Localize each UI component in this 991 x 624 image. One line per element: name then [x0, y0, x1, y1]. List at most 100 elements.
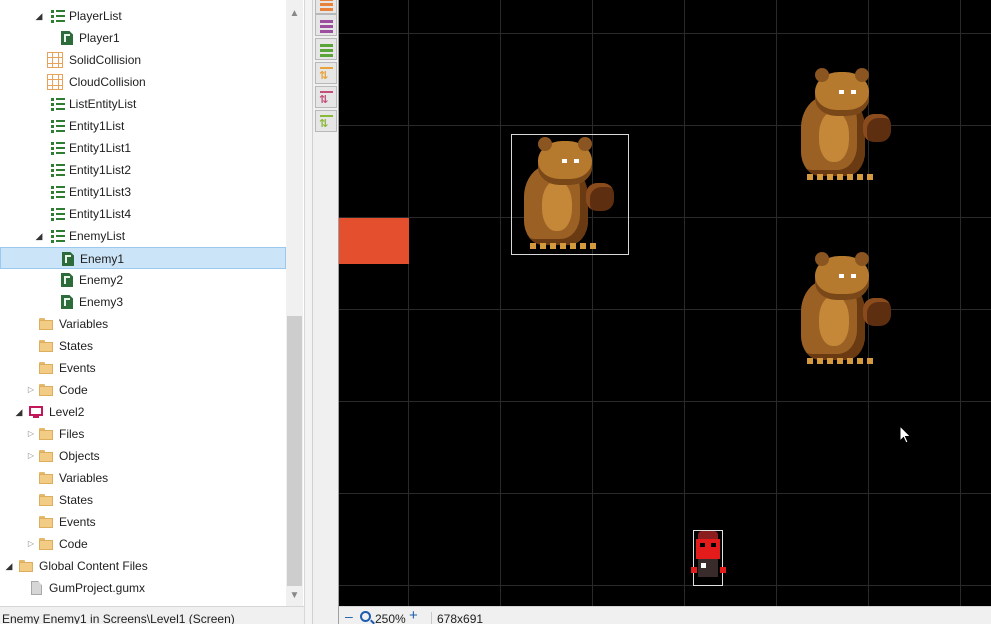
solid-collision-block — [339, 218, 409, 264]
tree-item-label: Files — [59, 427, 85, 441]
tree-item-level2[interactable]: ◢ Level2 — [0, 401, 286, 423]
game-canvas[interactable] — [339, 0, 991, 606]
tree-item-global-content-files[interactable]: ◢ Global Content Files — [0, 555, 286, 577]
tree-item-label: Enemy2 — [79, 273, 124, 287]
tree-item-label: Entity1List1 — [69, 141, 132, 155]
tree-item-player1[interactable]: Player1 — [0, 27, 286, 49]
layer-orange-button[interactable] — [315, 0, 337, 14]
tree-item-label: Entity1List4 — [69, 207, 132, 221]
tree-item-variables[interactable]: Variables — [0, 313, 286, 335]
folder-icon — [38, 360, 54, 376]
tree-item-states[interactable]: States — [0, 489, 286, 511]
tree-item-objects[interactable]: ▷ Objects — [0, 445, 286, 467]
move-down-pink-button[interactable]: ⇅ — [315, 86, 337, 108]
tree-item-label: SolidCollision — [69, 53, 142, 67]
scroll-up-arrow-icon[interactable]: ▲ — [286, 6, 303, 22]
zoom-out-button[interactable]: – — [345, 609, 353, 623]
folder-icon — [38, 536, 54, 552]
entity-icon — [59, 272, 75, 288]
tree-item-label: Level2 — [49, 405, 85, 419]
layer-toolbar: ⇅ ⇅ ⇅ — [312, 0, 339, 624]
zoom-in-button[interactable]: + — [409, 608, 418, 623]
move-up-orange-button[interactable]: ⇅ — [315, 62, 337, 84]
tree-item-files[interactable]: ▷ Files — [0, 423, 286, 445]
tree-item-label: Code — [59, 383, 88, 397]
tree-item-listentitylist[interactable]: ListEntityList — [0, 93, 286, 115]
tree-item-label: Player1 — [79, 31, 120, 45]
tree-item-enemylist[interactable]: ◢ EnemyList — [0, 225, 286, 247]
zoom-level: 250% — [375, 612, 406, 624]
tree-item-events[interactable]: Events — [0, 357, 286, 379]
expanded-arrow-icon[interactable]: ◢ — [34, 10, 44, 22]
tree-item-gumproject-gumx[interactable]: GumProject.gumx — [0, 577, 286, 599]
list-icon — [50, 228, 66, 244]
list-icon — [50, 184, 66, 200]
entity-icon — [59, 30, 75, 46]
tree-item-label: ListEntityList — [69, 97, 137, 111]
panel-splitter[interactable] — [304, 0, 312, 624]
collision-grid-icon — [47, 52, 63, 68]
tree-item-label: Objects — [59, 449, 100, 463]
tree-item-code[interactable]: ▷ Code — [0, 379, 286, 401]
tree-item-cloudcollision[interactable]: CloudCollision — [0, 71, 286, 93]
list-icon — [50, 140, 66, 156]
tree-item-label: States — [59, 493, 94, 507]
layer-purple-button[interactable] — [315, 14, 337, 36]
tree-item-states[interactable]: States — [0, 335, 286, 357]
project-tree[interactable]: ◢ PlayerList Player1 SolidCollision CloudCol… — [0, 0, 304, 606]
tree-item-label: Events — [59, 515, 96, 529]
list-icon — [50, 8, 66, 24]
folder-icon — [38, 448, 54, 464]
tree-item-label: Global Content Files — [39, 559, 148, 573]
tree-item-label: Entity1List3 — [69, 185, 132, 199]
tree-item-enemy2[interactable]: Enemy2 — [0, 269, 286, 291]
tree-item-label: Enemy3 — [79, 295, 124, 309]
selection-status-text: Enemy Enemy1 in Screens\Level1 (Screen) — [2, 612, 235, 624]
canvas-status-bar: – 250% + 678x691 — [339, 606, 991, 624]
player1-sprite[interactable] — [691, 530, 726, 586]
folder-icon — [38, 382, 54, 398]
enemy1-sprite[interactable] — [511, 134, 629, 255]
collapsed-arrow-icon[interactable]: ▷ — [26, 428, 36, 440]
tree-item-events[interactable]: Events — [0, 511, 286, 533]
magnifier-icon — [360, 611, 371, 622]
tree-status-bar: Enemy Enemy1 in Screens\Level1 (Screen) — [0, 606, 304, 624]
move-green-button[interactable]: ⇅ — [315, 110, 337, 132]
scroll-thumb[interactable] — [287, 316, 302, 586]
tree-item-label: EnemyList — [69, 229, 126, 243]
file-icon — [28, 580, 44, 596]
collapsed-arrow-icon[interactable]: ▷ — [26, 450, 36, 462]
collapsed-arrow-icon[interactable]: ▷ — [26, 538, 36, 550]
tree-vertical-scrollbar[interactable]: ▲ ▼ — [286, 0, 303, 606]
enemy3-sprite[interactable] — [789, 250, 901, 368]
tree-item-label: Variables — [59, 471, 109, 485]
entity-icon — [59, 294, 75, 310]
expanded-arrow-icon[interactable]: ◢ — [34, 230, 44, 242]
tree-item-entity1list3[interactable]: Entity1List3 — [0, 181, 286, 203]
list-icon — [50, 206, 66, 222]
tree-item-label: PlayerList — [69, 9, 122, 23]
enemy2-sprite[interactable] — [789, 66, 901, 184]
tree-item-playerlist[interactable]: ◢ PlayerList — [0, 5, 286, 27]
expanded-arrow-icon[interactable]: ◢ — [14, 406, 24, 418]
tree-item-label: Entity1List2 — [69, 163, 132, 177]
tree-item-entity1list[interactable]: Entity1List — [0, 115, 286, 137]
tree-item-entity1list4[interactable]: Entity1List4 — [0, 203, 286, 225]
collapsed-arrow-icon[interactable]: ▷ — [26, 384, 36, 396]
folder-icon — [38, 338, 54, 354]
tree-item-variables[interactable]: Variables — [0, 467, 286, 489]
canvas-resolution: 678x691 — [431, 612, 483, 624]
tree-item-code[interactable]: ▷ Code — [0, 533, 286, 555]
layer-green-button[interactable] — [315, 38, 337, 60]
expanded-arrow-icon[interactable]: ◢ — [4, 560, 14, 572]
tree-item-solidcollision[interactable]: SolidCollision — [0, 49, 286, 71]
tree-item-enemy3[interactable]: Enemy3 — [0, 291, 286, 313]
folder-icon — [38, 492, 54, 508]
tree-item-entity1list2[interactable]: Entity1List2 — [0, 159, 286, 181]
list-icon — [50, 118, 66, 134]
tree-item-enemy1[interactable]: Enemy1 — [0, 247, 286, 269]
folder-icon — [38, 470, 54, 486]
tree-item-label: CloudCollision — [69, 75, 146, 89]
scroll-down-arrow-icon[interactable]: ▼ — [286, 588, 303, 604]
tree-item-entity1list1[interactable]: Entity1List1 — [0, 137, 286, 159]
